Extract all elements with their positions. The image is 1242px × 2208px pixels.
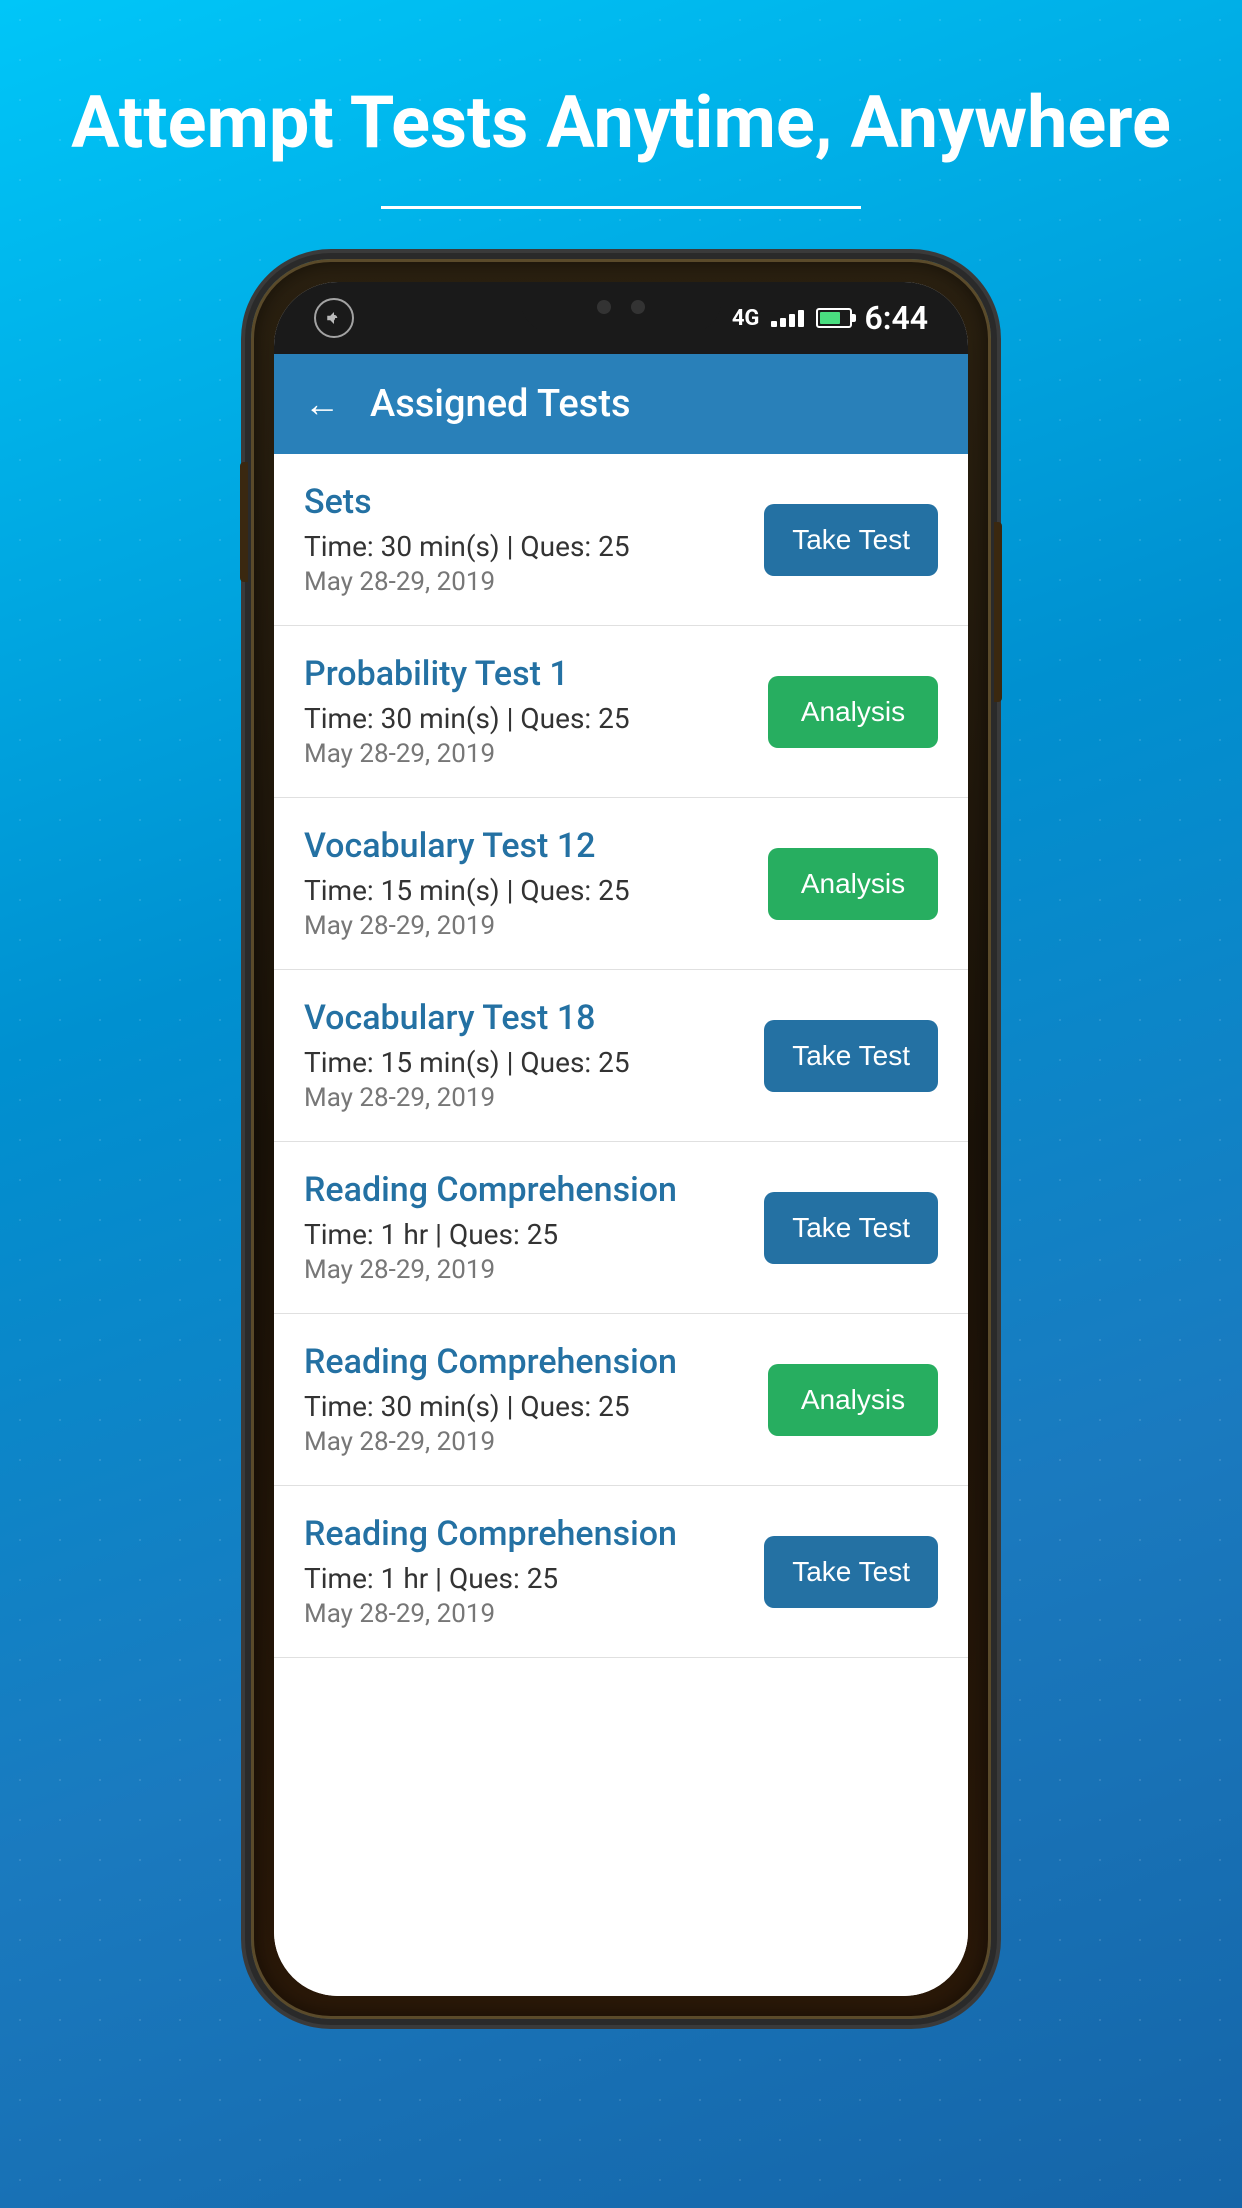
test-info: Reading Comprehension Time: 1 hr | Ques:… <box>304 1514 764 1629</box>
test-item: Reading Comprehension Time: 30 min(s) | … <box>274 1314 968 1486</box>
speaker-icon <box>314 298 354 338</box>
status-left <box>314 298 354 338</box>
notch-sensor <box>631 300 645 314</box>
test-item: Vocabulary Test 12 Time: 15 min(s) | Que… <box>274 798 968 970</box>
analysis-button[interactable]: Analysis <box>768 1364 938 1436</box>
test-name: Sets <box>304 482 764 522</box>
app-header: ← Assigned Tests <box>274 354 968 454</box>
test-name: Vocabulary Test 12 <box>304 826 768 866</box>
test-list: Sets Time: 30 min(s) | Ques: 25 May 28-2… <box>274 454 968 1996</box>
hero-divider <box>381 206 861 209</box>
test-item: Reading Comprehension Time: 1 hr | Ques:… <box>274 1486 968 1658</box>
test-meta: Time: 30 min(s) | Ques: 25 <box>304 702 768 735</box>
test-info: Vocabulary Test 12 Time: 15 min(s) | Que… <box>304 826 768 941</box>
test-meta: Time: 30 min(s) | Ques: 25 <box>304 1390 768 1423</box>
test-date: May 28-29, 2019 <box>304 1255 764 1285</box>
network-indicator: 4G <box>732 306 760 331</box>
take-test-button[interactable]: Take Test <box>764 1020 938 1092</box>
test-meta: Time: 15 min(s) | Ques: 25 <box>304 874 768 907</box>
test-item: Vocabulary Test 18 Time: 15 min(s) | Que… <box>274 970 968 1142</box>
test-meta: Time: 1 hr | Ques: 25 <box>304 1218 764 1251</box>
back-button[interactable]: ← <box>304 383 340 425</box>
front-camera <box>597 300 611 314</box>
battery-fill <box>820 312 840 324</box>
test-name: Reading Comprehension <box>304 1170 764 1210</box>
page-title: Assigned Tests <box>370 382 631 426</box>
test-meta: Time: 15 min(s) | Ques: 25 <box>304 1046 764 1079</box>
test-name: Probability Test 1 <box>304 654 768 694</box>
test-name: Reading Comprehension <box>304 1342 768 1382</box>
analysis-button[interactable]: Analysis <box>768 848 938 920</box>
screen-content: ← Assigned Tests Sets Time: 30 min(s) | … <box>274 354 968 1996</box>
test-name: Reading Comprehension <box>304 1514 764 1554</box>
test-info: Probability Test 1 Time: 30 min(s) | Que… <box>304 654 768 769</box>
test-date: May 28-29, 2019 <box>304 1427 768 1457</box>
test-date: May 28-29, 2019 <box>304 911 768 941</box>
analysis-button[interactable]: Analysis <box>768 676 938 748</box>
test-meta: Time: 30 min(s) | Ques: 25 <box>304 530 764 563</box>
test-info: Sets Time: 30 min(s) | Ques: 25 May 28-2… <box>304 482 764 597</box>
battery-icon <box>816 308 852 328</box>
test-meta: Time: 1 hr | Ques: 25 <box>304 1562 764 1595</box>
test-item: Reading Comprehension Time: 1 hr | Ques:… <box>274 1142 968 1314</box>
phone-shell: 4G 6:44 ← Assigned Tests <box>251 259 991 2019</box>
notch <box>521 282 721 332</box>
phone-screen: 4G 6:44 ← Assigned Tests <box>274 282 968 1996</box>
test-item: Sets Time: 30 min(s) | Ques: 25 May 28-2… <box>274 454 968 626</box>
test-info: Reading Comprehension Time: 1 hr | Ques:… <box>304 1170 764 1285</box>
take-test-button[interactable]: Take Test <box>764 1536 938 1608</box>
test-info: Reading Comprehension Time: 30 min(s) | … <box>304 1342 768 1457</box>
status-right: 4G 6:44 <box>732 299 928 337</box>
test-date: May 28-29, 2019 <box>304 567 764 597</box>
hero-title: Attempt Tests Anytime, Anywhere <box>11 80 1231 166</box>
status-bar: 4G 6:44 <box>274 282 968 354</box>
test-info: Vocabulary Test 18 Time: 15 min(s) | Que… <box>304 998 764 1113</box>
take-test-button[interactable]: Take Test <box>764 504 938 576</box>
status-time: 6:44 <box>864 299 928 337</box>
test-date: May 28-29, 2019 <box>304 1599 764 1629</box>
test-item: Probability Test 1 Time: 30 min(s) | Que… <box>274 626 968 798</box>
test-date: May 28-29, 2019 <box>304 739 768 769</box>
take-test-button[interactable]: Take Test <box>764 1192 938 1264</box>
signal-icon <box>771 310 804 327</box>
test-name: Vocabulary Test 18 <box>304 998 764 1038</box>
test-date: May 28-29, 2019 <box>304 1083 764 1113</box>
